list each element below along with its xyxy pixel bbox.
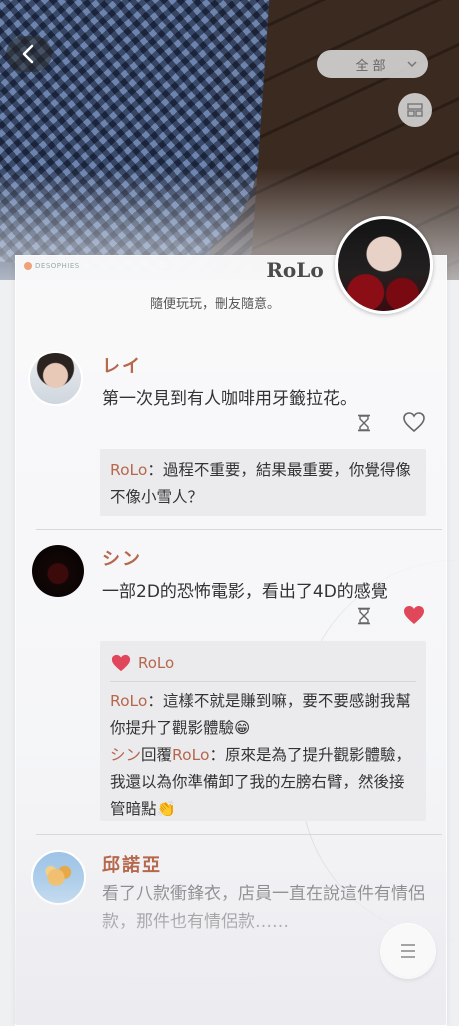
brand-logo-icon [24, 262, 32, 270]
profile-avatar[interactable] [335, 216, 433, 314]
post-text: 看了八款衝鋒衣，店員一直在說這件有情侶款，那件也有情侶款…… [102, 884, 425, 932]
hourglass-icon[interactable] [356, 607, 372, 625]
comment-reply-to[interactable]: RoLo [172, 746, 209, 764]
comment-text: ：過程不重要，結果最重要，你覺得像不像小雪人？ [110, 461, 411, 506]
back-button[interactable] [6, 36, 52, 72]
menu-button[interactable] [382, 925, 434, 977]
chevron-down-icon [407, 61, 417, 68]
filter-label: 全部 [355, 58, 390, 74]
reply-word: 回覆 [141, 746, 173, 764]
chevron-left-icon [22, 44, 34, 64]
divider [36, 834, 442, 835]
hourglass-icon[interactable] [356, 414, 372, 432]
post-username[interactable]: シン [102, 545, 142, 571]
divider [110, 681, 416, 682]
comment-author[interactable]: RoLo [110, 461, 147, 479]
menu-icon [401, 944, 415, 958]
post-username[interactable]: 邱諾亞 [102, 851, 162, 877]
comment-box: RoLo：過程不重要，結果最重要，你覺得像不像小雪人？ [100, 449, 426, 516]
heart-filled-icon[interactable] [402, 604, 426, 626]
comment-box: RoLo RoLo：這樣不就是賺到嘛，要不要感謝我幫你提升了觀影體驗😁 シン回覆… [100, 641, 426, 821]
avatar[interactable] [32, 545, 84, 597]
profile-bio: 隨便玩玩，刪友隨意。 [150, 297, 281, 312]
avatar[interactable] [28, 351, 83, 406]
comment-text: ：這樣不就是賺到嘛，要不要感謝我幫你提升了觀影體驗😁 [110, 692, 411, 737]
layout-toggle-button[interactable] [398, 93, 432, 127]
brand-mark: DESOPHIES [24, 262, 80, 270]
post-text: 一部2D的恐怖電影，看出了4D的感覺 [102, 582, 388, 602]
profile-name: RoLo [266, 258, 324, 282]
divider [36, 529, 442, 530]
filter-dropdown[interactable]: 全部 [317, 50, 428, 78]
post-text: 第一次見到有人咖啡用牙籤拉花。 [102, 389, 357, 409]
heart-filled-icon [111, 654, 131, 672]
like-name[interactable]: RoLo [138, 650, 174, 677]
comment: RoLo：這樣不就是賺到嘛，要不要感謝我幫你提升了觀影體驗😁 [110, 688, 416, 742]
heart-outline-icon[interactable] [402, 411, 426, 433]
comment-author[interactable]: RoLo [110, 692, 147, 710]
post-username[interactable]: レイ [102, 352, 142, 378]
likes-row: RoLo [110, 649, 416, 677]
comment: シン回覆RoLo：原來是為了提升觀影體驗，我還以為你準備卸了我的左膀右臂，然後接… [110, 742, 416, 823]
comment-author[interactable]: シン [110, 746, 141, 764]
layout-grid-icon [407, 103, 423, 117]
avatar[interactable] [31, 850, 86, 905]
